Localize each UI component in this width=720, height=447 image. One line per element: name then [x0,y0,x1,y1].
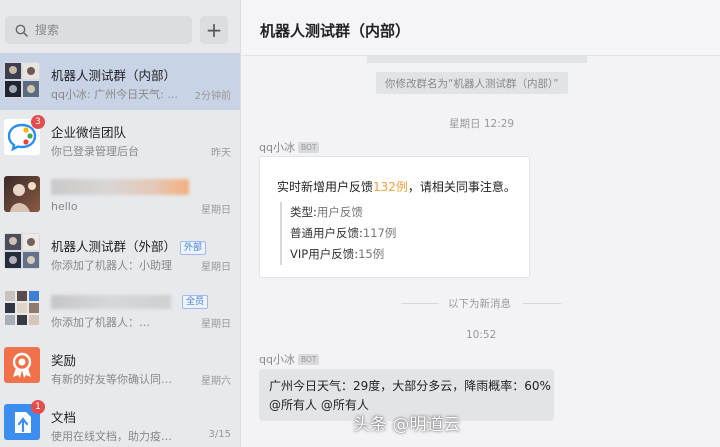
message-sender: qq小冰 BOT [259,351,320,367]
search-input[interactable] [35,23,175,37]
conversation-time: 2分钟前 [194,91,231,102]
unread-badge: 1 [31,400,45,414]
conversation-title-text: 机器人测试群（外部） [51,239,177,254]
quote-value: 117例 [362,226,397,240]
message-sender: qq小冰 BOT [259,139,320,155]
conversation-time: 3/15 [208,429,231,440]
conversation-time: 星期日 [201,205,231,216]
card-headline-text: 实时新增用户反馈 [277,180,374,194]
conversation-time: 星期日 [201,262,231,273]
bot-tag: BOT [297,354,320,365]
conversation-title: 机器人测试群（外部） 外部 [51,236,207,255]
conversation-preview: qq小冰: 广州今日天气: ... [51,88,178,101]
conversation-preview: 你已登录管理后台 [51,145,139,158]
conversation-preview: 使用在线文档，助力疫情远... [51,430,181,443]
card-quote: 类型:用户反馈 普通用户反馈:117例 VIP用户反馈:15例 [280,202,396,265]
conversation-preview: 你添加了机器人：小助理 [51,259,172,272]
quote-row: 普通用户反馈:117例 [290,223,396,244]
quote-value: 15例 [358,247,385,261]
conversation-item[interactable]: 奖励 有新的好友等你确认同事... 星期六 [0,338,240,395]
conversation-item[interactable]: 机器人测试群（内部） qq小冰: 广州今日天气: ... 2分钟前 [0,53,240,110]
blurred-group-name [51,295,171,309]
group-avatar [4,62,40,98]
conversation-title: 文档 [51,410,77,425]
conversation-title: 企业微信团队 [51,125,127,140]
conversation-time: 星期日 [201,319,231,330]
quote-label: 普通用户反馈: [290,226,363,240]
conversation-time: 昨天 [211,148,231,159]
reward-avatar [4,347,40,383]
card-headline-tail: ，请相关同事注意。 [407,180,516,194]
plus-icon: + [205,18,223,42]
conversation-item[interactable]: hello 星期日 [0,167,240,224]
blurred-contact-name [51,179,189,195]
quote-row: VIP用户反馈:15例 [290,244,396,265]
conversation-title: 奖励 [51,353,77,368]
group-avatar [4,233,40,269]
conversation-preview: 有新的好友等你确认同事... [51,373,181,386]
conversation-title: 机器人测试群（内部） [51,68,177,83]
conversation-list: 机器人测试群（内部） qq小冰: 广州今日天气: ... 2分钟前 3 企业微信… [0,53,240,447]
conversation-item[interactable]: 机器人测试群（外部） 外部 你添加了机器人：小助理 星期日 [0,224,240,281]
bot-tag: BOT [297,142,320,153]
external-tag: 外部 [180,241,207,255]
conversation-preview: 你添加了机器人：器人 [51,314,181,330]
card-headline: 实时新增用户反馈132例，请相关同事注意。 [277,178,516,195]
divider-line-right [523,303,561,304]
quote-label: 类型: [290,205,317,219]
conversation-preview: hello [51,200,78,213]
user-avatar [4,176,40,212]
group-avatar [4,290,40,326]
search-box[interactable] [5,16,192,44]
previous-message-edge [367,55,587,63]
search-row: + [0,0,240,56]
conversation-item[interactable]: 全员 你添加了机器人：器人 星期日 [0,281,240,338]
search-icon [15,23,29,37]
preview-prefix: 你添加了机器人： [51,316,139,329]
conversation-time: 星期六 [201,376,231,387]
system-notice: 你修改群名为“机器人测试群（内部）” [376,72,568,94]
chat-header: 机器人测试群（内部） [241,0,720,56]
conversation-sidebar: + 机器人测试群（内部） qq小冰: 广州今日天气: ... 2分钟前 [0,0,241,447]
timestamp: 星期日 12:29 [449,118,515,130]
chat-title: 机器人测试群（内部） [260,22,411,40]
new-messages-label: 以下为新消息 [448,298,511,310]
highlight-count: 132例 [373,180,408,194]
quote-label: VIP用户反馈: [290,247,359,261]
message-text: 广州今日天气：29度，大部分多云，降雨概率：60% [269,379,551,393]
add-button[interactable]: + [200,16,228,44]
sender-name[interactable]: qq小冰 [259,141,295,154]
conversation-item[interactable]: 1 文档 使用在线文档，助力疫情远... 3/15 [0,395,240,447]
timestamp: 10:52 [466,329,497,341]
divider-line-left [401,303,439,304]
unread-badge: 3 [31,115,45,129]
conversation-item[interactable]: 3 企业微信团队 你已登录管理后台 昨天 [0,110,240,167]
quote-row: 类型:用户反馈 [290,202,396,223]
all-staff-tag: 全员 [182,295,209,309]
bot-message-card[interactable]: 实时新增用户反馈132例，请相关同事注意。 类型:用户反馈 普通用户反馈:117… [259,156,530,278]
watermark: 头条 @明道云 [353,415,461,435]
sender-name[interactable]: qq小冰 [259,353,295,366]
chat-panel: 机器人测试群（内部） 你修改群名为“机器人测试群（内部）” 星期日 12:29 … [241,0,720,447]
quote-value: 用户反馈 [316,205,363,219]
